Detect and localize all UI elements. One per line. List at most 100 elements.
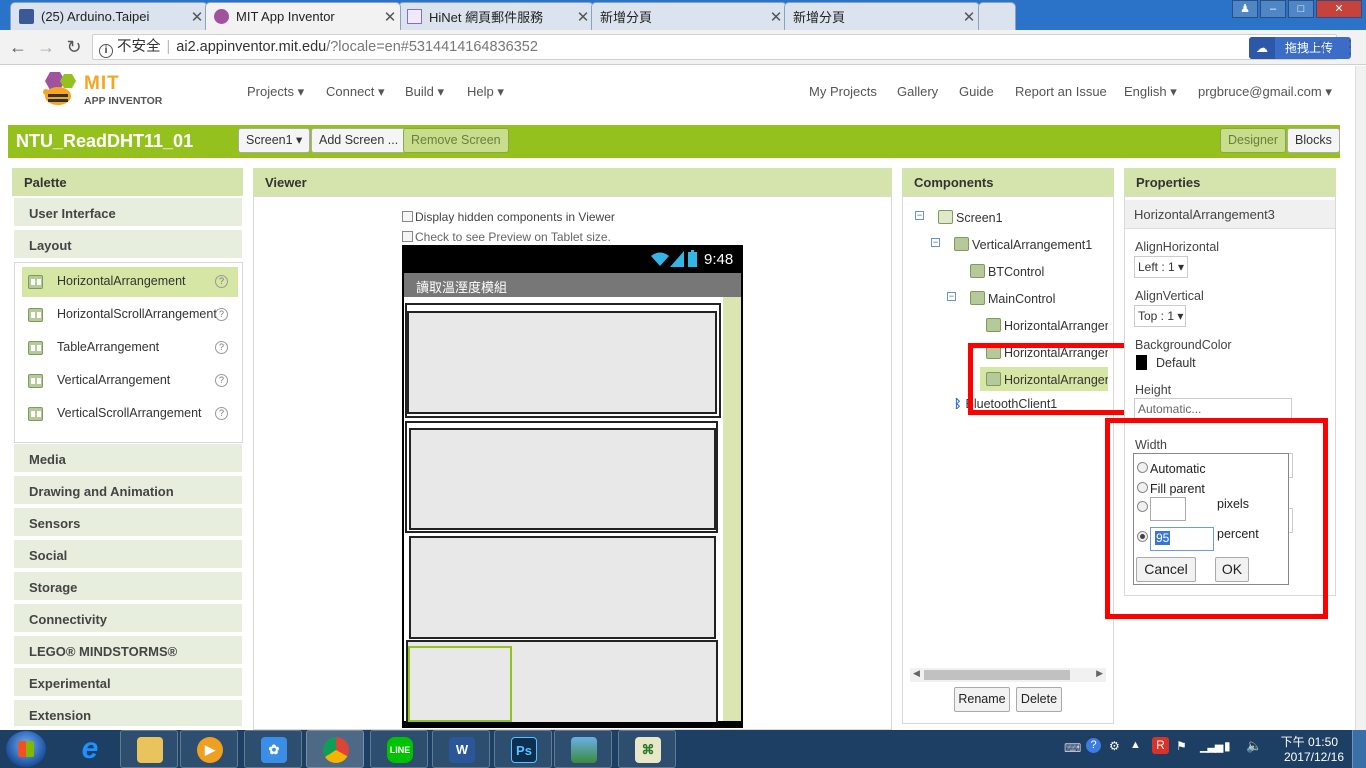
tree-maincontrol[interactable]: MainControl — [970, 291, 1055, 306]
collapse-icon[interactable]: − — [947, 292, 956, 301]
checkbox-icon[interactable] — [402, 231, 413, 242]
help-tray-icon[interactable]: ? — [1086, 738, 1101, 753]
palette-category-connectivity[interactable]: Connectivity — [14, 604, 242, 634]
ie-icon[interactable]: e — [68, 732, 112, 766]
taskbar-media[interactable]: ▶ — [180, 730, 238, 768]
palette-category-storage[interactable]: Storage — [14, 572, 242, 602]
network-icon[interactable]: ▁▃▅ — [1200, 740, 1223, 753]
back-icon[interactable]: ← — [6, 35, 30, 59]
taskbar-word[interactable]: W — [432, 730, 490, 768]
close-tab-icon[interactable]: ✕ — [187, 8, 207, 26]
palette-category-user-interface[interactable]: User Interface — [14, 198, 242, 228]
start-button[interactable] — [6, 731, 46, 767]
horizontal-arrangement-3-preview[interactable] — [409, 536, 716, 639]
color-swatch[interactable] — [1136, 355, 1147, 370]
menu-help[interactable]: Help ▾ — [467, 84, 504, 100]
browser-tab-hinet[interactable]: HiNet 網頁郵件服務 ✕ — [398, 2, 594, 30]
browser-tab-app-inventor[interactable]: MIT App Inventor ✕ — [205, 2, 401, 30]
link-guide[interactable]: Guide — [959, 84, 994, 99]
scroll-thumb[interactable] — [924, 670, 1070, 680]
align-vertical-select[interactable]: Top : 1 ▾ — [1134, 305, 1186, 327]
menu-connect[interactable]: Connect ▾ — [326, 84, 385, 100]
info-icon[interactable]: i — [99, 44, 113, 58]
delete-button[interactable]: Delete — [1016, 687, 1062, 712]
menu-account[interactable]: prgbruce@gmail.com ▾ — [1198, 84, 1332, 100]
forward-icon[interactable]: → — [34, 35, 58, 59]
link-my-projects[interactable]: My Projects — [809, 84, 877, 99]
help-icon[interactable]: ? — [215, 374, 228, 387]
taskbar-time[interactable]: 下午 01:50 — [1276, 733, 1338, 750]
background-color-value[interactable]: Default — [1156, 356, 1196, 370]
maximize-icon[interactable]: □ — [1288, 0, 1314, 18]
horizontal-arrangement-2-preview[interactable] — [409, 428, 716, 530]
upload-extension-button[interactable]: ☁ 拖拽上传 — [1249, 37, 1351, 59]
palette-item-horizontal-scroll-arrangement[interactable]: HorizontalScrollArrangement ? — [22, 300, 238, 330]
keyboard-icon[interactable]: ⌨ — [1064, 741, 1081, 755]
close-tab-icon[interactable]: ✕ — [573, 8, 593, 26]
browser-tab-new-1[interactable]: 新增分頁 ✕ — [591, 2, 787, 30]
blocks-button[interactable]: Blocks — [1287, 128, 1340, 153]
palette-item-table-arrangement[interactable]: TableArrangement ? — [22, 333, 238, 363]
help-icon[interactable]: ? — [215, 341, 228, 354]
help-icon[interactable]: ? — [215, 308, 228, 321]
rename-button[interactable]: Rename — [954, 687, 1010, 712]
minimize-icon[interactable]: – — [1260, 0, 1286, 18]
chrome-menu-icon[interactable]: ⋮ — [1338, 35, 1362, 59]
taskbar-arduino-ide[interactable]: ⌘ — [618, 730, 676, 768]
tablet-preview-checkbox[interactable]: Check to see Preview on Tablet size. — [402, 230, 611, 244]
tray-expand-icon[interactable]: ▲ — [1130, 739, 1141, 751]
palette-category-media[interactable]: Media — [14, 444, 242, 474]
reload-icon[interactable]: ↻ — [62, 35, 86, 59]
page-scrollbar[interactable] — [1355, 66, 1366, 730]
scroll-left-icon[interactable]: ◀ — [913, 668, 920, 679]
taskbar-explorer[interactable] — [120, 730, 178, 768]
palette-item-vertical-scroll-arrangement[interactable]: VerticalScrollArrangement ? — [22, 399, 238, 429]
browser-tab-arduino[interactable]: (25) Arduino.Taipei ✕ — [10, 2, 208, 30]
url-input[interactable]: i 不安全 | ai2.appinventor.mit.edu/?locale=en#… — [92, 34, 1351, 60]
tree-screen1[interactable]: Screen1 — [938, 210, 1003, 225]
taskbar-date[interactable]: 2017/12/16 — [1276, 750, 1344, 764]
close-window-icon[interactable]: ✕ — [1316, 0, 1362, 18]
link-report-issue[interactable]: Report an Issue — [1015, 84, 1107, 99]
antivirus-icon[interactable]: R — [1152, 737, 1169, 754]
remove-screen-button[interactable]: Remove Screen — [403, 128, 509, 153]
palette-item-horizontal-arrangement[interactable]: HorizontalArrangement ? — [22, 267, 238, 297]
palette-item-vertical-arrangement[interactable]: VerticalArrangement ? — [22, 366, 238, 396]
taskbar-cloud[interactable]: ✿ — [244, 730, 302, 768]
link-gallery[interactable]: Gallery — [897, 84, 938, 99]
palette-category-experimental[interactable]: Experimental — [14, 668, 242, 698]
action-center-icon[interactable]: ⚑ — [1176, 739, 1187, 753]
menu-build[interactable]: Build ▾ — [405, 84, 444, 100]
palette-category-extension[interactable]: Extension — [14, 700, 242, 728]
align-horizontal-select[interactable]: Left : 1 ▾ — [1134, 256, 1188, 278]
tree-btcontrol[interactable]: BTControl — [970, 264, 1044, 279]
palette-category-layout[interactable]: Layout — [14, 230, 242, 260]
volume-icon[interactable]: 🔈 — [1246, 738, 1262, 754]
screen-select[interactable]: Screen1 ▾ — [238, 128, 311, 153]
new-tab-button[interactable] — [978, 2, 1016, 30]
height-field[interactable]: Automatic... — [1134, 398, 1292, 420]
menu-language[interactable]: English ▾ — [1124, 84, 1177, 100]
collapse-icon[interactable]: − — [931, 238, 940, 247]
taskbar-photoshop[interactable]: Ps — [494, 730, 552, 768]
help-icon[interactable]: ? — [215, 407, 228, 420]
checkbox-icon[interactable] — [402, 211, 413, 222]
horizontal-arrangement-1-preview[interactable] — [407, 311, 717, 414]
show-desktop-button[interactable] — [1352, 730, 1366, 768]
profile-icon[interactable]: ♟ — [1232, 0, 1258, 18]
display-hidden-checkbox[interactable]: Display hidden components in Viewer — [402, 210, 615, 224]
taskbar-chrome[interactable] — [306, 730, 364, 768]
app-inventor-logo[interactable]: MIT APP INVENTOR — [36, 70, 166, 112]
components-scrollbar[interactable]: ◀ ▶ — [910, 668, 1106, 682]
designer-button[interactable]: Designer — [1220, 128, 1287, 153]
tree-horizontal-arrangement1[interactable]: HorizontalArrangement1 — [986, 318, 1108, 333]
palette-category-sensors[interactable]: Sensors — [14, 508, 242, 538]
collapse-icon[interactable]: − — [915, 211, 924, 220]
vertical-arrangement-preview[interactable] — [723, 297, 741, 721]
tree-vertical-arrangement1[interactable]: VerticalArrangement1 — [954, 237, 1092, 252]
scroll-right-icon[interactable]: ▶ — [1096, 668, 1103, 679]
palette-category-drawing-animation[interactable]: Drawing and Animation — [14, 476, 242, 506]
bookmark-star-icon[interactable]: ☆ — [1313, 35, 1328, 59]
help-icon[interactable]: ? — [215, 275, 228, 288]
close-tab-icon[interactable]: ✕ — [766, 8, 786, 26]
